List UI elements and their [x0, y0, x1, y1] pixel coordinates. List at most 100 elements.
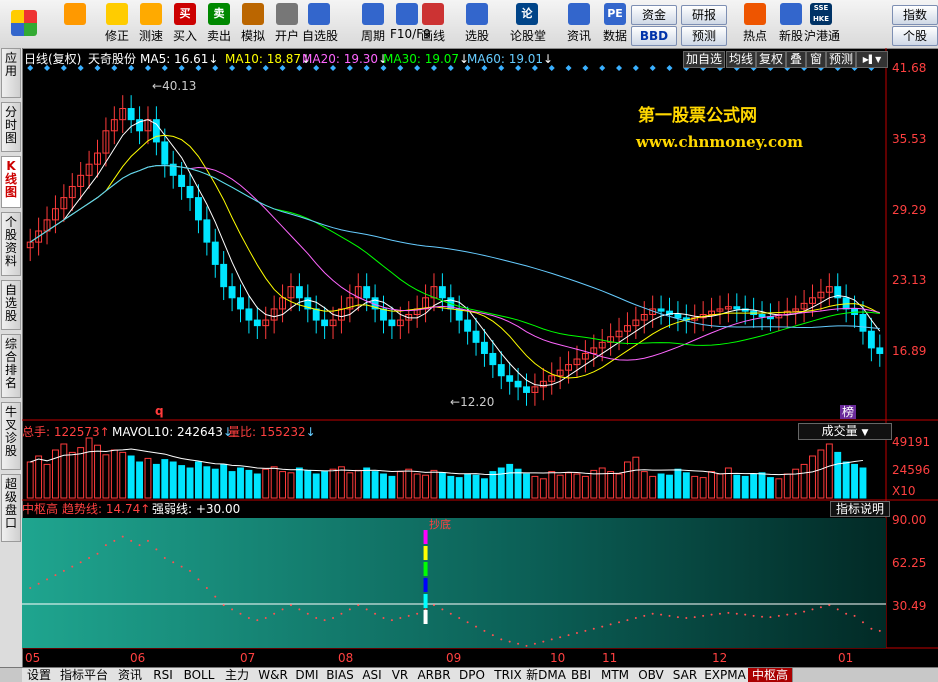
volume-bar [85, 437, 93, 499]
toolbar-button-14[interactable]: 资讯 [562, 2, 596, 46]
volume-bar [287, 472, 295, 499]
bottom-tab-5[interactable]: 主力 [220, 668, 255, 682]
index-button[interactable]: 指数 [892, 5, 938, 25]
header-button-4[interactable]: 窗 [806, 51, 826, 68]
mavol-label: MAVOL10: 242643↓ [112, 425, 233, 439]
bottom-tab-4[interactable]: BOLL [178, 668, 221, 682]
toolbar-button-17[interactable]: 新股 [774, 2, 808, 46]
trend-dot [449, 612, 452, 615]
toolbar-icon-button-1[interactable] [58, 2, 92, 46]
trend-dot [374, 612, 377, 615]
volume-selector[interactable]: 成交量 ▼ [798, 423, 892, 440]
bottom-tab-20[interactable]: 中枢高 [748, 668, 793, 682]
candle-body [489, 352, 497, 366]
toolbar-button-7[interactable]: 开户 [270, 2, 304, 46]
volume-bar [35, 455, 43, 499]
header-button-0[interactable]: 加自选 [683, 51, 725, 68]
trend-dot [298, 608, 301, 611]
indicator-help-button[interactable]: 指标说明 [830, 501, 890, 517]
trend-dot [62, 569, 65, 572]
trend-dot [79, 561, 82, 564]
single-stock-button[interactable]: 个股 [892, 26, 938, 46]
volume-bar [422, 474, 430, 499]
toolbar-icon-button-0[interactable] [6, 2, 42, 46]
bottom-tab-13[interactable]: TRIX [490, 668, 527, 682]
volume-bar [371, 471, 379, 499]
trend-dot [491, 634, 494, 637]
toolbar-button-label: 开户 [274, 29, 299, 43]
header-button-1[interactable]: 均线 [726, 51, 756, 68]
toolbar-button-15[interactable]: PE 数据 [598, 2, 632, 46]
bottom-tab-8[interactable]: BIAS [322, 668, 359, 682]
left-tab-7[interactable]: 超级盘口 [1, 474, 21, 542]
bottom-tab-17[interactable]: OBV [634, 668, 669, 682]
panel-menu-icon[interactable]: ▶▌▼ [856, 51, 888, 68]
forum-icon: 论 [516, 3, 538, 25]
left-tab-3[interactable]: 个股资料 [1, 212, 21, 276]
trend-dot [222, 604, 225, 607]
left-tab-4[interactable]: 自选股 [1, 280, 21, 330]
bottom-tab-0[interactable]: 设置 [22, 668, 57, 682]
toolbar-button-6[interactable]: 模拟 [236, 2, 270, 46]
bottom-tab-1[interactable]: 指标平台 [56, 668, 113, 682]
trend-dot [189, 569, 192, 572]
x-axis-tick: 10 [550, 651, 566, 665]
clock-icon [140, 3, 162, 25]
bottom-tab-3[interactable]: RSI [148, 668, 179, 682]
funds-button[interactable]: 资金 [631, 5, 677, 25]
bottom-tab-9[interactable]: ASI [358, 668, 387, 682]
header-button-2[interactable]: 复权 [756, 51, 786, 68]
toolbar-button-18[interactable]: SSE HKE 沪港通 [804, 2, 840, 46]
toolbar-button-label: 卖出 [206, 29, 231, 43]
bottom-tab-18[interactable]: SAR [668, 668, 703, 682]
volume-bar [615, 473, 623, 499]
toolbar-button-16[interactable]: 热点 [738, 2, 772, 46]
bottom-tab-15[interactable]: BBI [566, 668, 597, 682]
toolbar-button-5[interactable]: 卖卖出 [202, 2, 236, 46]
bottom-tab-14[interactable]: 新DMA [526, 668, 567, 682]
candle-body [237, 297, 244, 310]
left-tab-2[interactable]: K线图 [1, 156, 21, 208]
trend-dot [416, 612, 419, 615]
trend-dot [634, 617, 637, 619]
research-report-button[interactable]: 研报 [681, 5, 727, 25]
bottom-tab-10[interactable]: VR [386, 668, 415, 682]
volume-bar [77, 447, 85, 499]
left-tab-0[interactable]: 应用 [1, 48, 21, 98]
bottom-tab-7[interactable]: DMI [292, 668, 323, 682]
bottom-tab-19[interactable]: EXPMA [702, 668, 749, 682]
candle-body [733, 306, 741, 310]
volume-bar [295, 467, 303, 499]
toolbar-button-9[interactable]: 周期 [356, 2, 390, 46]
left-tab-5[interactable]: 综合排名 [1, 334, 21, 398]
header-button-5[interactable]: 预测 [826, 51, 856, 68]
header-button-3[interactable]: 叠 [786, 51, 806, 68]
toolbar-button-12[interactable]: 选股 [460, 2, 494, 46]
refresh-icon [106, 3, 128, 25]
bottom-tab-16[interactable]: MTM [596, 668, 635, 682]
toolbar-button-2[interactable]: 修正 [100, 2, 134, 46]
trend-dot [121, 535, 124, 538]
toolbar-button-11[interactable]: 画线 [416, 2, 450, 46]
toolbar-button-8[interactable]: 自选股 [302, 2, 338, 46]
toolbar-button-3[interactable]: 测速 [134, 2, 168, 46]
kline-chart-area[interactable]: 日线(复权) 天奇股份 MA5: 16.61↓ MA10: 18.87↓ MA2… [22, 48, 938, 668]
left-tab-1[interactable]: 分时图 [1, 102, 21, 152]
bbd-button[interactable]: BBD [631, 26, 677, 46]
bottom-tab-12[interactable]: DPO [454, 668, 491, 682]
volume-bar [94, 444, 101, 499]
forecast-button[interactable]: 预测 [681, 26, 727, 46]
trend-dot [475, 625, 478, 628]
volume-bar [144, 457, 152, 499]
toolbar-button-4[interactable]: 买买入 [168, 2, 202, 46]
toolbar-button-13[interactable]: 论论股堂 [510, 2, 546, 46]
bottom-tab-6[interactable]: W&R [254, 668, 293, 682]
volume-bar [237, 467, 244, 499]
bottom-tab-2[interactable]: 资讯 [112, 668, 149, 682]
candle-body [178, 174, 186, 187]
bottom-tab-11[interactable]: ARBR [414, 668, 455, 682]
left-tab-6[interactable]: 牛叉诊股 [1, 402, 21, 470]
volume-bar [733, 474, 741, 499]
watermark-title: 第一股票公式网 [638, 106, 757, 126]
trend-dot [104, 544, 107, 547]
